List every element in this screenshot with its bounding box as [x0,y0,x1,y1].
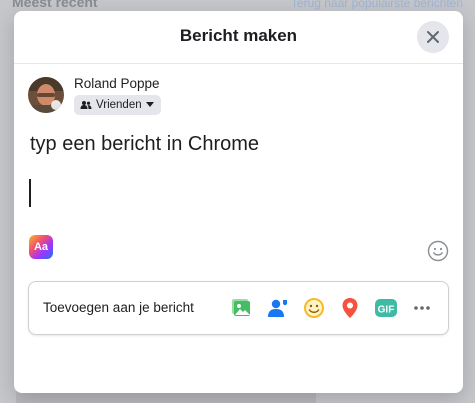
add-to-post-bar: Toevoegen aan je bericht GIF [28,281,449,335]
check-in-icon [342,298,358,318]
feeling-activity-icon [304,298,324,318]
dialog-title: Bericht maken [179,26,298,45]
friends-icon [80,101,92,109]
tag-people-icon [268,299,287,317]
audience-selector[interactable]: Vrienden [74,95,161,115]
emoji-icon [427,240,449,262]
more-icon [414,306,430,310]
feeling-activity-button[interactable] [302,296,326,320]
create-post-dialog: Bericht maken Roland Poppe Vrienden typ … [14,11,463,393]
emoji-button[interactable] [427,240,449,262]
photo-video-button[interactable] [230,296,254,320]
close-button[interactable] [417,21,449,53]
tag-people-button[interactable] [266,296,290,320]
photo-video-icon [232,299,250,316]
post-text-input[interactable]: typ een bericht in Chrome [30,133,259,156]
feed-sort-label: Meest recent [12,0,98,10]
close-icon [427,31,439,43]
svg-text:GIF: GIF [378,305,395,316]
more-options-button[interactable] [410,296,434,320]
check-in-button[interactable] [338,296,362,320]
back-to-top-posts-link[interactable]: Terug naar populairste berichten [291,0,463,10]
gif-icon: GIF [375,299,397,317]
gif-button[interactable]: GIF [374,296,398,320]
author-name[interactable]: Roland Poppe [74,76,160,91]
caret-down-icon [145,102,154,107]
text-cursor [29,179,31,207]
avatar[interactable] [28,77,64,113]
text-background-button[interactable]: Aa [29,235,53,259]
dialog-header: Bericht maken [14,11,463,64]
add-to-post-label: Toevoegen aan je bericht [43,300,194,315]
audience-label: Vrienden [96,99,142,111]
